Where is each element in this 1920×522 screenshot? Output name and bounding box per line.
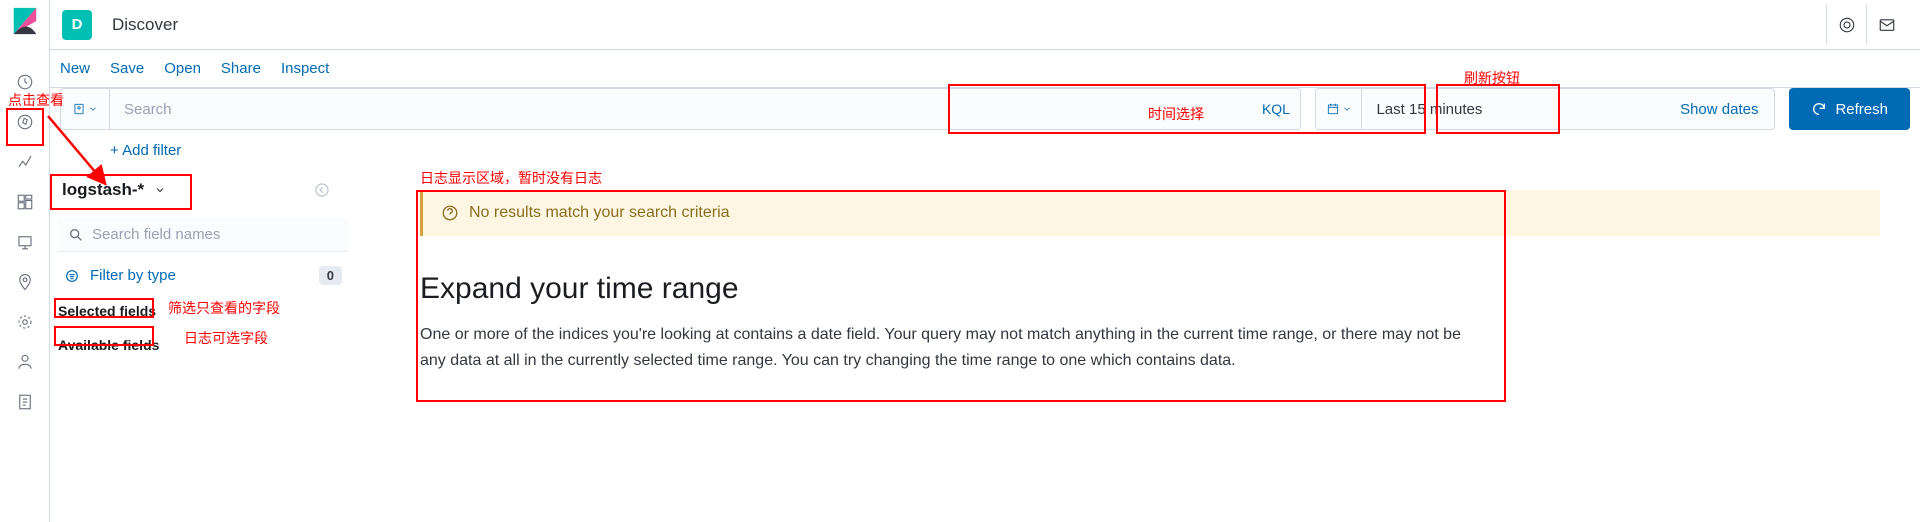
nav-rail	[0, 0, 50, 522]
index-pattern-picker[interactable]: logstash-*	[58, 172, 388, 208]
filter-by-type-label: Filter by type	[90, 267, 176, 284]
dashboard-nav-icon[interactable]	[9, 186, 41, 218]
logs-nav-icon[interactable]	[9, 386, 41, 418]
news-icon[interactable]	[1826, 5, 1866, 45]
results-body: One or more of the indices you're lookin…	[420, 322, 1480, 373]
no-results-callout: No results match your search criteria	[420, 190, 1880, 236]
help-icon	[441, 204, 459, 222]
calendar-icon[interactable]	[1316, 89, 1362, 129]
search-icon	[68, 227, 84, 243]
field-search[interactable]	[58, 218, 348, 252]
top-menu: New Save Open Share Inspect	[50, 50, 1920, 88]
refresh-label: Refresh	[1835, 101, 1888, 118]
filter-count-badge: 0	[319, 266, 342, 285]
selected-fields-header[interactable]: Selected fields	[58, 299, 388, 323]
discover-nav-icon[interactable]	[9, 106, 41, 138]
menu-save[interactable]: Save	[110, 60, 144, 77]
visualize-nav-icon[interactable]	[9, 146, 41, 178]
menu-share[interactable]: Share	[221, 60, 261, 77]
date-range-label[interactable]: Last 15 minutes	[1362, 89, 1664, 129]
maps-nav-icon[interactable]	[9, 266, 41, 298]
refresh-icon	[1811, 101, 1827, 117]
filter-bar: + Add filter	[50, 130, 1920, 170]
ml-nav-icon[interactable]	[9, 306, 41, 338]
search-input[interactable]	[124, 101, 1237, 118]
header: D Discover	[50, 0, 1920, 50]
menu-new[interactable]: New	[60, 60, 90, 77]
infra-nav-icon[interactable]	[9, 346, 41, 378]
search-input-wrapper	[110, 88, 1251, 130]
field-search-input[interactable]	[92, 226, 338, 243]
available-fields-header[interactable]: Available fields	[58, 333, 388, 357]
query-bar: KQL Last 15 minutes Show dates Refresh	[50, 88, 1920, 130]
menu-inspect[interactable]: Inspect	[281, 60, 329, 77]
fields-panel: logstash-* Filter by type 0 Selected fie…	[58, 172, 388, 357]
filter-by-type[interactable]: Filter by type 0	[58, 262, 348, 289]
app-badge: D	[62, 10, 92, 40]
chevron-down-icon	[154, 184, 166, 196]
menu-open[interactable]: Open	[164, 60, 201, 77]
index-pattern-name: logstash-*	[62, 180, 144, 200]
kql-toggle[interactable]: KQL	[1251, 88, 1301, 130]
collapse-sidebar-button[interactable]	[310, 178, 334, 202]
app-title: Discover	[112, 15, 178, 35]
show-dates-link[interactable]: Show dates	[1664, 89, 1774, 129]
date-picker[interactable]: Last 15 minutes Show dates	[1315, 88, 1775, 130]
refresh-button[interactable]: Refresh	[1789, 88, 1910, 130]
saved-queries-button[interactable]	[60, 88, 110, 130]
callout-text: No results match your search criteria	[469, 204, 730, 222]
mail-icon[interactable]	[1866, 5, 1906, 45]
results-heading: Expand your time range	[420, 272, 1880, 306]
kibana-logo[interactable]	[10, 6, 40, 36]
filter-icon	[64, 268, 80, 284]
anno-log-area: 日志显示区域，暂时没有日志	[420, 168, 602, 188]
results-area: No results match your search criteria Ex…	[420, 190, 1880, 373]
add-filter-button[interactable]: + Add filter	[110, 142, 181, 159]
canvas-nav-icon[interactable]	[9, 226, 41, 258]
recently-viewed-icon[interactable]	[9, 66, 41, 98]
